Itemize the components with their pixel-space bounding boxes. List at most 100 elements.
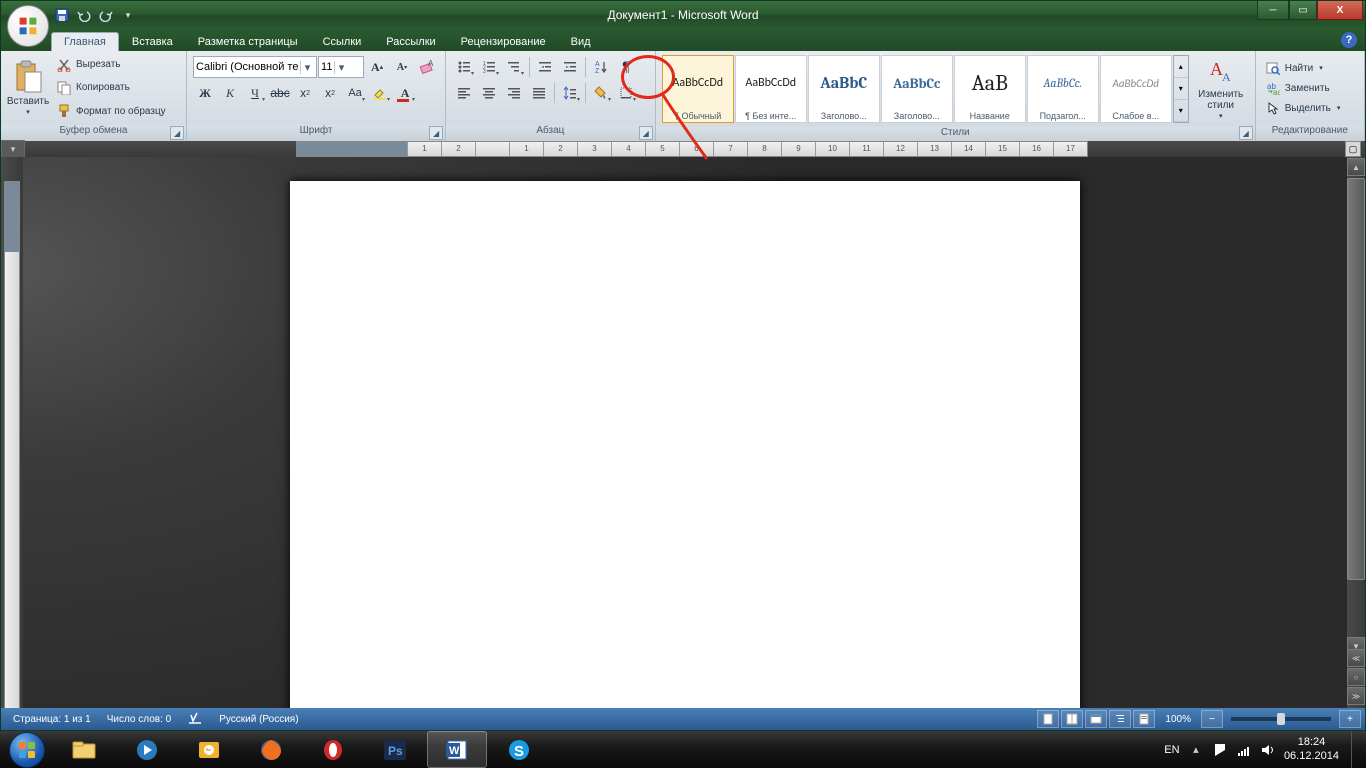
undo-button[interactable]	[75, 6, 93, 24]
draft-view[interactable]	[1133, 710, 1155, 728]
zoom-level[interactable]: 100%	[1157, 714, 1199, 725]
taskbar-outlook[interactable]	[179, 731, 239, 768]
tab-mailings[interactable]: Рассылки	[374, 33, 447, 51]
italic-button[interactable]: К	[218, 81, 242, 105]
tab-view[interactable]: Вид	[559, 33, 603, 51]
change-case-button[interactable]: Aa	[343, 81, 367, 105]
ruler-corner[interactable]: ▾	[1, 140, 25, 158]
print-layout-view[interactable]	[1037, 710, 1059, 728]
browse-object-button[interactable]: ○	[1347, 668, 1365, 686]
qat-customize[interactable]: ▾	[119, 6, 137, 24]
horizontal-ruler[interactable]: ▾ 121234567891011121314151617 ▢	[1, 141, 1365, 157]
show-marks-button[interactable]: ¶	[614, 55, 638, 79]
cut-button[interactable]: Вырезать	[53, 56, 169, 74]
minimize-button[interactable]: ─	[1257, 1, 1289, 20]
align-left-button[interactable]	[452, 81, 476, 105]
gallery-up[interactable]: ▴	[1174, 56, 1188, 78]
subscript-button[interactable]: x2	[293, 81, 317, 105]
tab-references[interactable]: Ссылки	[311, 33, 374, 51]
style-item-0[interactable]: AaBbCcDd¶ Обычный	[662, 55, 734, 123]
maximize-button[interactable]: ▭	[1289, 1, 1317, 20]
style-item-4[interactable]: AaBНазвание	[954, 55, 1026, 123]
underline-button[interactable]: Ч	[243, 81, 267, 105]
tray-lang[interactable]: EN	[1164, 742, 1180, 758]
taskbar-firefox[interactable]	[241, 731, 301, 768]
status-proofing-icon[interactable]	[179, 711, 211, 728]
ruler-toggle[interactable]: ▢	[1345, 141, 1361, 157]
close-button[interactable]: X	[1317, 1, 1363, 20]
taskbar-explorer[interactable]	[55, 731, 115, 768]
gallery-down[interactable]: ▾	[1174, 78, 1188, 100]
justify-button[interactable]	[527, 81, 551, 105]
status-language[interactable]: Русский (Россия)	[211, 714, 306, 725]
multilevel-list-button[interactable]	[502, 55, 526, 79]
numbering-button[interactable]: 123	[477, 55, 501, 79]
font-family-combo[interactable]: Calibri (Основной те▾	[193, 56, 317, 78]
show-desktop-button[interactable]	[1351, 731, 1360, 768]
zoom-out-button[interactable]: −	[1201, 710, 1223, 728]
scroll-thumb[interactable]	[1347, 178, 1365, 580]
align-center-button[interactable]	[477, 81, 501, 105]
style-item-3[interactable]: AaBbCcЗаголово...	[881, 55, 953, 123]
clipboard-dialog-launcher[interactable]: ◢	[170, 126, 184, 140]
gallery-more[interactable]: ▾	[1174, 100, 1188, 122]
style-item-5[interactable]: AaBbCc.Подзагол...	[1027, 55, 1099, 123]
tray-clock[interactable]: 18:24 06.12.2014	[1284, 736, 1339, 762]
styles-gallery[interactable]: AaBbCcDd¶ ОбычныйAaBbCcDd¶ Без инте...Aa…	[660, 53, 1191, 125]
scroll-up-button[interactable]: ▲	[1347, 158, 1365, 176]
styles-gallery-scroll[interactable]: ▴▾▾	[1173, 55, 1189, 123]
find-button[interactable]: Найти ▾	[1262, 59, 1344, 77]
status-words[interactable]: Число слов: 0	[99, 714, 179, 725]
decrease-indent-button[interactable]	[533, 55, 557, 79]
taskbar-mediaplayer[interactable]	[117, 731, 177, 768]
prev-page-button[interactable]: ≪	[1347, 649, 1365, 667]
font-size-combo[interactable]: 11▾	[318, 56, 364, 78]
style-item-6[interactable]: AaBbCcDdСлабое в...	[1100, 55, 1172, 123]
replace-button[interactable]: abacЗаменить	[1262, 79, 1344, 97]
tray-network-icon[interactable]	[1236, 742, 1252, 758]
shrink-font-button[interactable]: A▾	[390, 55, 414, 79]
vertical-scrollbar[interactable]: ▲ ▼ ≪ ○ ≫	[1347, 157, 1365, 708]
tab-insert[interactable]: Вставка	[120, 33, 185, 51]
paste-button[interactable]: Вставить ▾	[5, 53, 51, 123]
font-dialog-launcher[interactable]: ◢	[429, 126, 443, 140]
zoom-slider-thumb[interactable]	[1277, 713, 1285, 725]
grow-font-button[interactable]: A▴	[365, 55, 389, 79]
tray-volume-icon[interactable]	[1260, 742, 1276, 758]
save-button[interactable]	[53, 6, 71, 24]
style-item-2[interactable]: AaBbCЗаголово...	[808, 55, 880, 123]
taskbar-word[interactable]: W	[427, 731, 487, 768]
start-button[interactable]	[0, 731, 54, 768]
borders-button[interactable]	[614, 81, 638, 105]
line-spacing-button[interactable]	[558, 81, 582, 105]
copy-button[interactable]: Копировать	[53, 79, 169, 97]
superscript-button[interactable]: x2	[318, 81, 342, 105]
increase-indent-button[interactable]	[558, 55, 582, 79]
zoom-in-button[interactable]: +	[1339, 710, 1361, 728]
clear-formatting-button[interactable]: A	[415, 55, 439, 79]
next-page-button[interactable]: ≫	[1347, 687, 1365, 705]
format-painter-button[interactable]: Формат по образцу	[53, 102, 169, 120]
sort-button[interactable]: AZ	[589, 55, 613, 79]
page-viewport[interactable]	[23, 157, 1347, 708]
strikethrough-button[interactable]: abc	[268, 81, 292, 105]
bold-button[interactable]: Ж	[193, 81, 217, 105]
taskbar-photoshop[interactable]: Ps	[365, 731, 425, 768]
font-color-button[interactable]: A	[393, 81, 417, 105]
tray-action-center-icon[interactable]	[1212, 742, 1228, 758]
help-button[interactable]: ?	[1341, 32, 1357, 48]
taskbar-opera[interactable]	[303, 731, 363, 768]
zoom-slider[interactable]	[1231, 717, 1331, 721]
change-styles-button[interactable]: AA Изменить стили▾	[1191, 53, 1251, 125]
styles-dialog-launcher[interactable]: ◢	[1239, 126, 1253, 140]
highlight-button[interactable]	[368, 81, 392, 105]
tab-layout[interactable]: Разметка страницы	[186, 33, 310, 51]
vertical-ruler[interactable]	[1, 157, 23, 708]
status-page[interactable]: Страница: 1 из 1	[5, 714, 99, 725]
tab-review[interactable]: Рецензирование	[449, 33, 558, 51]
align-right-button[interactable]	[502, 81, 526, 105]
shading-button[interactable]	[589, 81, 613, 105]
select-button[interactable]: Выделить ▾	[1262, 99, 1344, 117]
paragraph-dialog-launcher[interactable]: ◢	[639, 126, 653, 140]
tab-home[interactable]: Главная	[51, 32, 119, 51]
